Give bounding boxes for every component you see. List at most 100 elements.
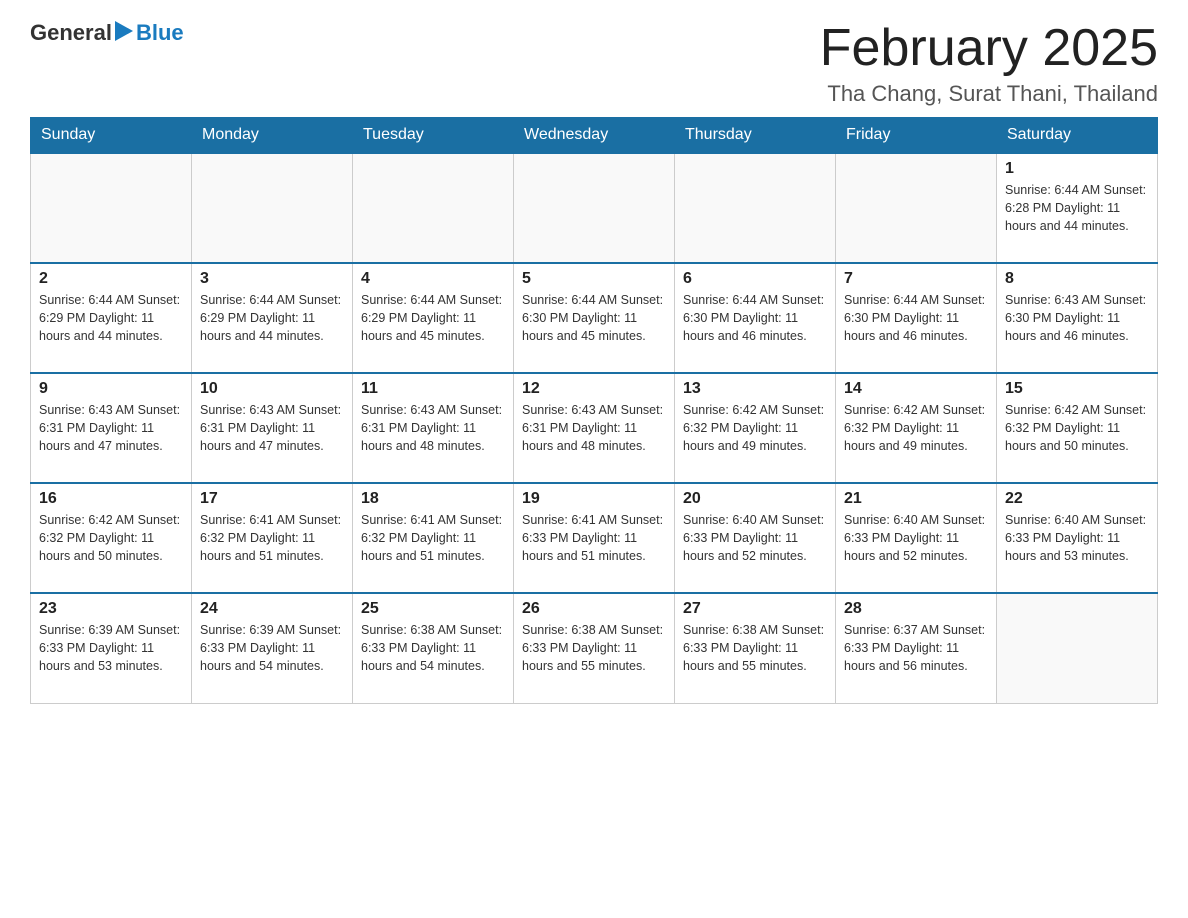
day-number: 16 bbox=[39, 490, 183, 508]
day-number: 1 bbox=[1005, 160, 1149, 178]
day-info: Sunrise: 6:44 AM Sunset: 6:28 PM Dayligh… bbox=[1005, 181, 1149, 235]
calendar-cell: 28 Sunrise: 6:37 AM Sunset: 6:33 PM Dayli… bbox=[836, 593, 997, 703]
calendar-cell: 2 Sunrise: 6:44 AM Sunset: 6:29 PM Daylig… bbox=[31, 263, 192, 373]
logo-general-text: General bbox=[30, 20, 112, 46]
day-info: Sunrise: 6:43 AM Sunset: 6:30 PM Dayligh… bbox=[1005, 291, 1149, 345]
day-info: Sunrise: 6:41 AM Sunset: 6:33 PM Dayligh… bbox=[522, 511, 666, 565]
day-number: 9 bbox=[39, 380, 183, 398]
day-info: Sunrise: 6:38 AM Sunset: 6:33 PM Dayligh… bbox=[683, 621, 827, 675]
calendar-cell bbox=[836, 153, 997, 263]
day-info: Sunrise: 6:40 AM Sunset: 6:33 PM Dayligh… bbox=[683, 511, 827, 565]
day-info: Sunrise: 6:43 AM Sunset: 6:31 PM Dayligh… bbox=[361, 401, 505, 455]
calendar-cell: 19 Sunrise: 6:41 AM Sunset: 6:33 PM Dayli… bbox=[514, 483, 675, 593]
day-info: Sunrise: 6:41 AM Sunset: 6:32 PM Dayligh… bbox=[361, 511, 505, 565]
day-info: Sunrise: 6:39 AM Sunset: 6:33 PM Dayligh… bbox=[39, 621, 183, 675]
day-number: 26 bbox=[522, 600, 666, 618]
day-number: 5 bbox=[522, 270, 666, 288]
day-info: Sunrise: 6:44 AM Sunset: 6:30 PM Dayligh… bbox=[683, 291, 827, 345]
day-info: Sunrise: 6:38 AM Sunset: 6:33 PM Dayligh… bbox=[522, 621, 666, 675]
calendar-cell: 9 Sunrise: 6:43 AM Sunset: 6:31 PM Daylig… bbox=[31, 373, 192, 483]
day-info: Sunrise: 6:43 AM Sunset: 6:31 PM Dayligh… bbox=[200, 401, 344, 455]
day-number: 20 bbox=[683, 490, 827, 508]
logo-blue-text: Blue bbox=[136, 20, 184, 46]
day-number: 3 bbox=[200, 270, 344, 288]
month-title: February 2025 bbox=[820, 20, 1158, 77]
day-info: Sunrise: 6:40 AM Sunset: 6:33 PM Dayligh… bbox=[844, 511, 988, 565]
calendar-cell: 7 Sunrise: 6:44 AM Sunset: 6:30 PM Daylig… bbox=[836, 263, 997, 373]
day-info: Sunrise: 6:43 AM Sunset: 6:31 PM Dayligh… bbox=[39, 401, 183, 455]
calendar-cell bbox=[31, 153, 192, 263]
day-number: 12 bbox=[522, 380, 666, 398]
day-number: 2 bbox=[39, 270, 183, 288]
calendar-cell: 10 Sunrise: 6:43 AM Sunset: 6:31 PM Dayli… bbox=[192, 373, 353, 483]
calendar-cell bbox=[353, 153, 514, 263]
day-number: 13 bbox=[683, 380, 827, 398]
day-number: 25 bbox=[361, 600, 505, 618]
column-header-friday: Friday bbox=[836, 118, 997, 154]
day-info: Sunrise: 6:44 AM Sunset: 6:29 PM Dayligh… bbox=[200, 291, 344, 345]
day-number: 14 bbox=[844, 380, 988, 398]
calendar-cell: 21 Sunrise: 6:40 AM Sunset: 6:33 PM Dayli… bbox=[836, 483, 997, 593]
calendar-cell: 20 Sunrise: 6:40 AM Sunset: 6:33 PM Dayli… bbox=[675, 483, 836, 593]
calendar-cell: 8 Sunrise: 6:43 AM Sunset: 6:30 PM Daylig… bbox=[997, 263, 1158, 373]
day-number: 10 bbox=[200, 380, 344, 398]
calendar-cell: 11 Sunrise: 6:43 AM Sunset: 6:31 PM Dayli… bbox=[353, 373, 514, 483]
day-number: 28 bbox=[844, 600, 988, 618]
page-header: General Blue February 2025 Tha Chang, Su… bbox=[30, 20, 1158, 107]
week-row-5: 23 Sunrise: 6:39 AM Sunset: 6:33 PM Dayli… bbox=[31, 593, 1158, 703]
day-number: 8 bbox=[1005, 270, 1149, 288]
day-number: 21 bbox=[844, 490, 988, 508]
day-info: Sunrise: 6:42 AM Sunset: 6:32 PM Dayligh… bbox=[683, 401, 827, 455]
calendar-cell: 16 Sunrise: 6:42 AM Sunset: 6:32 PM Dayli… bbox=[31, 483, 192, 593]
calendar-cell: 4 Sunrise: 6:44 AM Sunset: 6:29 PM Daylig… bbox=[353, 263, 514, 373]
logo-area: General Blue bbox=[30, 20, 184, 46]
day-info: Sunrise: 6:42 AM Sunset: 6:32 PM Dayligh… bbox=[39, 511, 183, 565]
day-number: 22 bbox=[1005, 490, 1149, 508]
day-number: 24 bbox=[200, 600, 344, 618]
calendar-cell bbox=[514, 153, 675, 263]
day-number: 19 bbox=[522, 490, 666, 508]
day-info: Sunrise: 6:39 AM Sunset: 6:33 PM Dayligh… bbox=[200, 621, 344, 675]
calendar-cell: 17Sunrise: 6:41 AM Sunset: 6:32 PM Dayli… bbox=[192, 483, 353, 593]
day-number: 15 bbox=[1005, 380, 1149, 398]
calendar-cell: 27 Sunrise: 6:38 AM Sunset: 6:33 PM Dayli… bbox=[675, 593, 836, 703]
calendar-cell: 14Sunrise: 6:42 AM Sunset: 6:32 PM Dayli… bbox=[836, 373, 997, 483]
day-info: Sunrise: 6:42 AM Sunset: 6:32 PM Dayligh… bbox=[1005, 401, 1149, 455]
calendar-cell: 26 Sunrise: 6:38 AM Sunset: 6:33 PM Dayli… bbox=[514, 593, 675, 703]
calendar-cell bbox=[192, 153, 353, 263]
week-row-4: 16 Sunrise: 6:42 AM Sunset: 6:32 PM Dayli… bbox=[31, 483, 1158, 593]
calendar-cell bbox=[997, 593, 1158, 703]
column-header-sunday: Sunday bbox=[31, 118, 192, 154]
day-number: 11 bbox=[361, 380, 505, 398]
day-number: 7 bbox=[844, 270, 988, 288]
week-row-1: 1 Sunrise: 6:44 AM Sunset: 6:28 PM Daylig… bbox=[31, 153, 1158, 263]
column-header-saturday: Saturday bbox=[997, 118, 1158, 154]
calendar-cell: 13 Sunrise: 6:42 AM Sunset: 6:32 PM Dayli… bbox=[675, 373, 836, 483]
calendar-cell: 3 Sunrise: 6:44 AM Sunset: 6:29 PM Daylig… bbox=[192, 263, 353, 373]
day-info: Sunrise: 6:44 AM Sunset: 6:30 PM Dayligh… bbox=[844, 291, 988, 345]
location-subtitle: Tha Chang, Surat Thani, Thailand bbox=[820, 81, 1158, 107]
calendar-cell: 24 Sunrise: 6:39 AM Sunset: 6:33 PM Dayli… bbox=[192, 593, 353, 703]
calendar-cell: 15 Sunrise: 6:42 AM Sunset: 6:32 PM Dayli… bbox=[997, 373, 1158, 483]
title-area: February 2025 Tha Chang, Surat Thani, Th… bbox=[820, 20, 1158, 107]
day-info: Sunrise: 6:44 AM Sunset: 6:29 PM Dayligh… bbox=[39, 291, 183, 345]
week-row-3: 9 Sunrise: 6:43 AM Sunset: 6:31 PM Daylig… bbox=[31, 373, 1158, 483]
day-number: 17 bbox=[200, 490, 344, 508]
column-header-tuesday: Tuesday bbox=[353, 118, 514, 154]
day-info: Sunrise: 6:44 AM Sunset: 6:29 PM Dayligh… bbox=[361, 291, 505, 345]
day-number: 6 bbox=[683, 270, 827, 288]
day-number: 23 bbox=[39, 600, 183, 618]
calendar-cell: 18Sunrise: 6:41 AM Sunset: 6:32 PM Dayli… bbox=[353, 483, 514, 593]
calendar-cell: 25 Sunrise: 6:38 AM Sunset: 6:33 PM Dayli… bbox=[353, 593, 514, 703]
calendar-cell: 12 Sunrise: 6:43 AM Sunset: 6:31 PM Dayli… bbox=[514, 373, 675, 483]
calendar-cell bbox=[675, 153, 836, 263]
day-info: Sunrise: 6:38 AM Sunset: 6:33 PM Dayligh… bbox=[361, 621, 505, 675]
day-number: 27 bbox=[683, 600, 827, 618]
calendar-cell: 1 Sunrise: 6:44 AM Sunset: 6:28 PM Daylig… bbox=[997, 153, 1158, 263]
day-info: Sunrise: 6:44 AM Sunset: 6:30 PM Dayligh… bbox=[522, 291, 666, 345]
calendar-header-row: SundayMondayTuesdayWednesdayThursdayFrid… bbox=[31, 118, 1158, 154]
day-info: Sunrise: 6:37 AM Sunset: 6:33 PM Dayligh… bbox=[844, 621, 988, 675]
day-number: 4 bbox=[361, 270, 505, 288]
column-header-thursday: Thursday bbox=[675, 118, 836, 154]
day-info: Sunrise: 6:43 AM Sunset: 6:31 PM Dayligh… bbox=[522, 401, 666, 455]
